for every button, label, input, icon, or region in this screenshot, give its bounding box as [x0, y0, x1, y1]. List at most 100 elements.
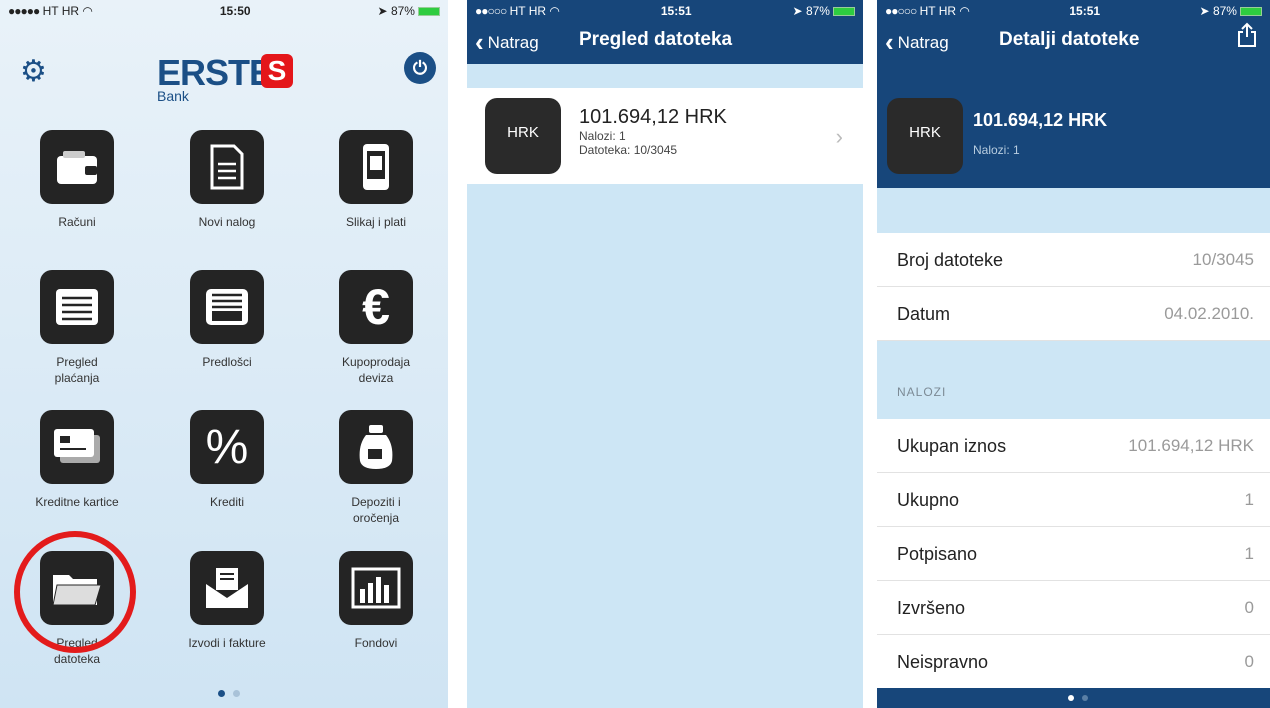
detail-key: Datum [897, 304, 951, 324]
back-label: Natrag [487, 33, 539, 52]
tile-label: Slikaj i plati [345, 215, 407, 229]
highlight-circle [14, 531, 136, 653]
detail-key: Ukupan iznos [897, 436, 1007, 456]
detail-value: 1 [1244, 544, 1254, 563]
file-amount: 101.694,12 HRK [579, 106, 727, 128]
location-icon: ➤ [377, 4, 388, 18]
tile-1[interactable]: Računi [12, 130, 142, 230]
list-icon [40, 270, 114, 344]
status-time: 15:51 [660, 4, 692, 18]
status-bar: ●●●●● HT HR ◠ 15:50 ➤ 87% [0, 0, 448, 22]
carrier-label: HT HR [919, 4, 957, 18]
tile-label: Fondovi [354, 636, 398, 650]
status-bar: ●●○○○ HT HR ◠ 15:51 ➤ 87% [467, 0, 863, 22]
battery-icon [832, 7, 855, 17]
detail-key: Potpisano [897, 544, 978, 564]
tile-label: Depoziti i oročenja [351, 495, 401, 525]
signal-icon: ●●○○○ [885, 4, 917, 18]
percent-icon: % [190, 410, 264, 484]
carrier-label: HT HR [42, 4, 80, 18]
back-button[interactable]: ‹ Natrag [475, 27, 539, 58]
signal-icon: ●●○○○ [475, 4, 507, 18]
wifi-icon: ◠ [549, 4, 560, 18]
detail-value: 1 [1244, 490, 1254, 509]
detail-row: Izvršeno 0 [877, 581, 1270, 635]
battery-icon [1239, 7, 1262, 17]
tile-label: Predlošci [202, 355, 252, 369]
power-icon[interactable]: ⏻ [404, 52, 436, 84]
file-number: Datoteka: 10/3045 [579, 143, 678, 157]
tile-5[interactable]: Predlošci [162, 270, 292, 370]
tile-label: Izvodi i fakture [188, 636, 266, 650]
carrier-label: HT HR [509, 4, 547, 18]
detail-value: 101.694,12 HRK [1128, 436, 1254, 455]
back-button[interactable]: ‹ Natrag [885, 27, 949, 58]
file-orders: Nalozi: 1 [973, 143, 1020, 157]
file-summary: 101.694,12 HRK Nalozi: 1 Datoteka: 10/30… [579, 106, 727, 157]
page-title: Pregled datoteka [579, 29, 733, 50]
detail-value: 0 [1244, 598, 1254, 617]
phone-camera-icon [339, 130, 413, 204]
tile-3[interactable]: Slikaj i plati [311, 130, 441, 230]
share-icon[interactable] [1236, 22, 1258, 48]
battery-percent: 87% [1212, 4, 1237, 18]
detail-row: Datum 04.02.2010. [877, 287, 1270, 341]
page-indicator [214, 684, 244, 702]
chevron-left-icon: ‹ [475, 27, 484, 57]
chevron-left-icon: ‹ [885, 27, 894, 57]
tile-8[interactable]: % Krediti [162, 410, 292, 510]
page-dot-active [218, 690, 225, 697]
credit-card-icon [40, 410, 114, 484]
detail-value: 0 [1244, 652, 1254, 671]
erste-logo: ERSTE S Bank [157, 52, 307, 104]
battery-percent: 87% [805, 4, 830, 18]
battery-icon [417, 7, 440, 17]
file-amount: 101.694,12 HRK [973, 110, 1108, 130]
signal-icon: ●●●●● [8, 4, 40, 18]
detail-row: Broj datoteke 10/3045 [877, 233, 1270, 287]
wallet-icon [40, 130, 114, 204]
tile-label: Kreditne kartice [35, 495, 119, 509]
section-spacer [877, 341, 1270, 419]
tile-12[interactable]: Fondovi [311, 551, 441, 651]
file-orders: Nalozi: 1 [579, 129, 626, 143]
detail-key: Izvršeno [897, 598, 966, 618]
gear-icon[interactable]: ⚙ [20, 54, 47, 89]
status-time: 15:50 [219, 4, 251, 18]
detail-row: Potpisano 1 [877, 527, 1270, 581]
back-label: Natrag [897, 33, 949, 52]
page-dot-active [1068, 695, 1074, 701]
tile-4[interactable]: Pregled plaćanja [12, 270, 142, 386]
page-title: Detalji datoteke [999, 29, 1140, 50]
euro-icon: € [339, 270, 413, 344]
file-header: HRK 101.694,12 HRK Nalozi: 1 [877, 64, 1270, 188]
bar-chart-icon [339, 551, 413, 625]
section-header: NALOZI [897, 385, 947, 399]
chevron-right-icon: › [835, 124, 843, 149]
location-icon: ➤ [1199, 4, 1210, 18]
tile-2[interactable]: Novi nalog [162, 130, 292, 230]
tile-11[interactable]: Izvodi i fakture [162, 551, 292, 651]
home-header: ⚙ ERSTE S Bank ⏻ [0, 22, 448, 104]
page-dot [1082, 695, 1088, 701]
spacer [877, 188, 1270, 233]
detail-row: Neispravno 0 [877, 635, 1270, 689]
file-list-item[interactable]: HRK 101.694,12 HRK Nalozi: 1 Datoteka: 1… [467, 88, 863, 184]
tile-7[interactable]: Kreditne kartice [12, 410, 142, 510]
tile-9[interactable]: Depoziti i oročenja [311, 410, 441, 526]
file-header-summary: 101.694,12 HRK Nalozi: 1 [973, 110, 1107, 157]
tile-label: Novi nalog [198, 215, 256, 229]
detail-key: Neispravno [897, 652, 989, 672]
status-bar: ●●○○○ HT HR ◠ 15:51 ➤ 87% [877, 0, 1270, 22]
nav-bar: ●●○○○ HT HR ◠ 15:51 ➤ 87% ‹ Natrag Pregle… [467, 0, 863, 64]
document-icon [190, 130, 264, 204]
tile-label: Računi [58, 215, 96, 229]
tile-6[interactable]: € Kupoprodaja deviza [311, 270, 441, 386]
currency-badge: HRK [485, 98, 561, 174]
money-bag-icon [339, 410, 413, 484]
wifi-icon: ◠ [959, 4, 970, 18]
envelope-icon [190, 551, 264, 625]
page-dot [233, 690, 240, 697]
detail-value: 04.02.2010. [1164, 304, 1254, 323]
logo-sub: Bank [157, 88, 189, 104]
